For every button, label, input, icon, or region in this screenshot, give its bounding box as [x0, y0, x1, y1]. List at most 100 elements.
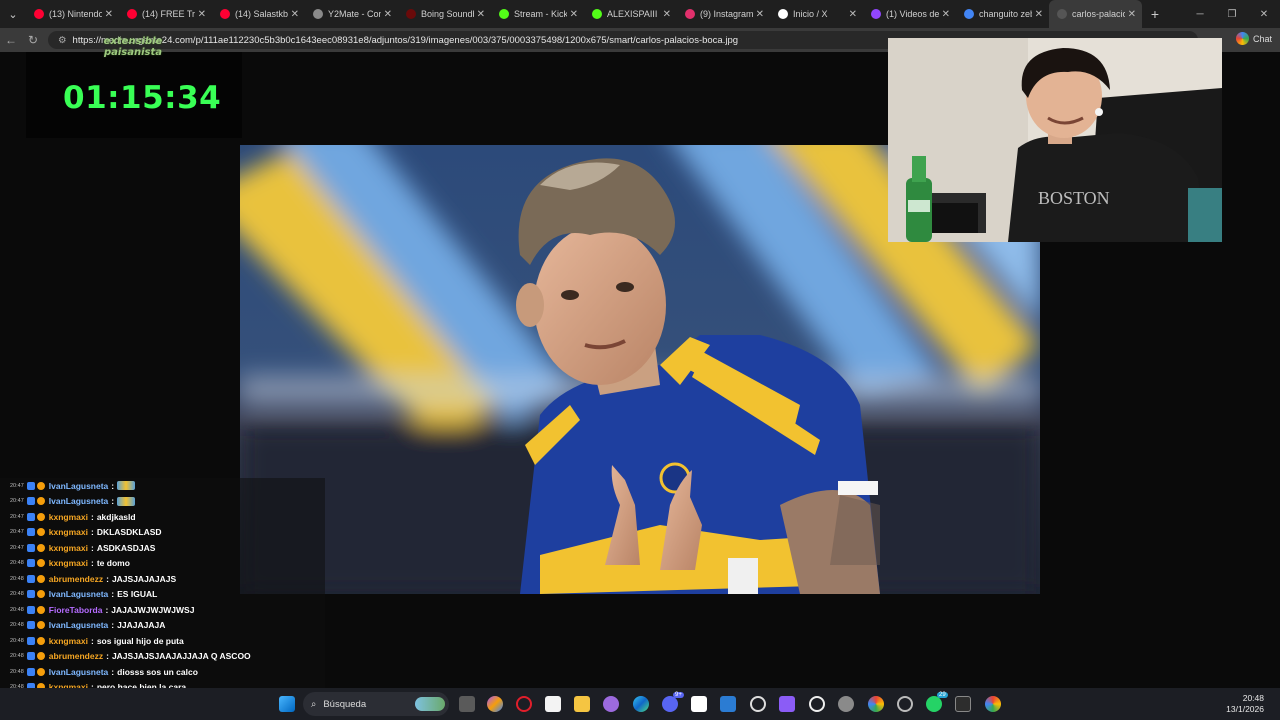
browser-tab[interactable]: ALEXISPAIII Str✕ [584, 0, 677, 28]
back-icon[interactable]: ← [0, 33, 22, 47]
chat-username[interactable]: FioreTaborda [49, 605, 103, 615]
chat-username[interactable]: IvanLagusneta [49, 667, 109, 677]
chat-timestamp: 20:48 [10, 653, 24, 660]
tab-close-icon[interactable]: ✕ [942, 9, 950, 20]
tab-label: Y2Mate - Conv [328, 9, 381, 19]
chat-text: sos igual hijo de puta [96, 635, 184, 646]
subscriber-badge-icon [36, 590, 45, 599]
tab-close-icon[interactable]: ✕ [477, 9, 485, 20]
chat-separator: : [111, 620, 115, 631]
tab-favicon-icon [592, 9, 602, 19]
edge-icon[interactable] [633, 696, 649, 712]
subscriber-badge-icon [36, 605, 45, 614]
obs-icon[interactable] [809, 696, 825, 712]
kick-badge-icon [26, 497, 35, 506]
minimize-icon[interactable]: ─ [1184, 0, 1216, 28]
chat-emote-icon [117, 481, 136, 491]
settings-icon[interactable] [838, 696, 854, 712]
chat-username[interactable]: IvanLagusneta [49, 620, 109, 630]
kick-badge-icon [26, 543, 35, 552]
browser-tab[interactable]: Inicio / X ✕ [770, 0, 863, 28]
tab-close-icon[interactable]: ✕ [1128, 9, 1136, 20]
kick-badge-icon [26, 574, 35, 583]
tab-close-icon[interactable]: ✕ [291, 9, 299, 20]
chrome-second-icon[interactable] [985, 696, 1001, 712]
site-info-icon[interactable]: ⚙ [58, 35, 67, 46]
kick-badge-icon [26, 590, 35, 599]
reload-icon[interactable]: ↻ [22, 33, 44, 47]
browser-tab[interactable]: (14) Salastkbro✕ [212, 0, 305, 28]
start-icon[interactable] [279, 696, 295, 712]
tab-close-icon[interactable]: ✕ [570, 9, 578, 20]
system-clock[interactable]: 20:48 13/1/2026 [1226, 693, 1264, 715]
store-icon[interactable] [545, 696, 561, 712]
file-explorer-icon[interactable] [574, 696, 590, 712]
tab-close-icon[interactable]: ✕ [198, 9, 206, 20]
whatsapp-icon[interactable] [926, 696, 942, 712]
close-window-icon[interactable]: ✕ [1248, 0, 1280, 28]
chat-username[interactable]: kxngmaxi [49, 512, 88, 522]
browser-tab[interactable]: Stream - Kick D✕ [491, 0, 584, 28]
chat-separator: : [105, 604, 109, 615]
tab-close-icon[interactable]: ✕ [1035, 9, 1043, 20]
chat-username[interactable]: IvanLagusneta [49, 589, 109, 599]
clipchamp-icon[interactable] [750, 696, 766, 712]
chat-separator: : [90, 527, 94, 538]
chat-username[interactable]: abrumendezz [49, 574, 103, 584]
tab-label: Boing Soundbo [421, 9, 474, 19]
word-icon[interactable] [720, 696, 736, 712]
chrome-icon[interactable] [868, 696, 884, 712]
browser-tab[interactable]: changuito zeba✕ [956, 0, 1049, 28]
discord-icon[interactable] [662, 696, 678, 712]
tab-label: ALEXISPAIII Str [607, 9, 660, 19]
app-grid-icon[interactable] [779, 696, 795, 712]
tab-close-icon[interactable]: ✕ [105, 9, 113, 20]
tab-close-icon[interactable]: ✕ [384, 9, 392, 20]
clock-time: 20:48 [1242, 693, 1264, 703]
chat-username[interactable]: kxngmaxi [49, 558, 88, 568]
chat-message: 20:48 IvanLagusneta: ES IGUAL [10, 587, 157, 603]
tab-close-icon[interactable]: ✕ [663, 9, 671, 20]
taskbar-search[interactable]: ⌕ Búsqueda [303, 692, 449, 716]
chat-username[interactable]: IvanLagusneta [49, 496, 109, 506]
new-tab-button[interactable]: + [1142, 6, 1168, 22]
chat-username[interactable]: kxngmaxi [49, 636, 88, 646]
browser-tab[interactable]: carlos-palacios✕ [1049, 0, 1142, 28]
chat-message: 20:47 IvanLagusneta: [10, 478, 136, 494]
browser-tab[interactable]: (13) Nintendo V✕ [26, 0, 119, 28]
chat-button[interactable]: Chat [1235, 32, 1272, 45]
kick-badge-icon [26, 559, 35, 568]
browser-tab[interactable]: (9) Instagram ✕ [677, 0, 770, 28]
chat-separator: : [111, 480, 115, 491]
kick-badge-icon [26, 481, 35, 490]
webcam-feed: BOSTON [888, 38, 1222, 242]
browser-tab[interactable]: (1) Videos de A✕ [863, 0, 956, 28]
tab-close-icon[interactable]: ✕ [849, 9, 857, 20]
window-controls: ─ ❐ ✕ [1184, 0, 1280, 28]
chat-username[interactable]: kxngmaxi [49, 543, 88, 553]
browser-tab[interactable]: Y2Mate - Conv✕ [305, 0, 398, 28]
pen-app-icon[interactable] [603, 696, 619, 712]
browser-tab-strip: ⌄ (13) Nintendo V✕(14) FREE Transi✕(14) … [0, 0, 1280, 28]
windows-taskbar: ⌕ Búsqueda 9+ 29 20:48 13/1/2026 [0, 688, 1280, 720]
tab-favicon-icon [778, 9, 788, 19]
maximize-icon[interactable]: ❐ [1216, 0, 1248, 28]
stream-timer: 01:15:34 [63, 80, 222, 116]
terminal-icon[interactable] [955, 696, 971, 712]
tab-close-icon[interactable]: ✕ [756, 9, 764, 20]
capcut-icon[interactable] [691, 696, 707, 712]
tab-label: changuito zeba [979, 9, 1032, 19]
chat-username[interactable]: kxngmaxi [49, 527, 88, 537]
chat-username[interactable]: IvanLagusneta [49, 481, 109, 491]
opera-icon[interactable] [516, 696, 532, 712]
kick-badge-icon [26, 512, 35, 521]
chat-text: diosss sos un calco [117, 666, 198, 677]
chrome-profile-icon[interactable] [897, 696, 913, 712]
task-view-icon[interactable] [459, 696, 475, 712]
chat-username[interactable]: abrumendezz [49, 651, 103, 661]
chat-emote-icon [117, 496, 136, 506]
browser-tab[interactable]: (14) FREE Transi✕ [119, 0, 212, 28]
tab-search-chevron-icon[interactable]: ⌄ [0, 0, 26, 28]
browser-tab[interactable]: Boing Soundbo✕ [398, 0, 491, 28]
copilot-icon[interactable] [487, 696, 503, 712]
